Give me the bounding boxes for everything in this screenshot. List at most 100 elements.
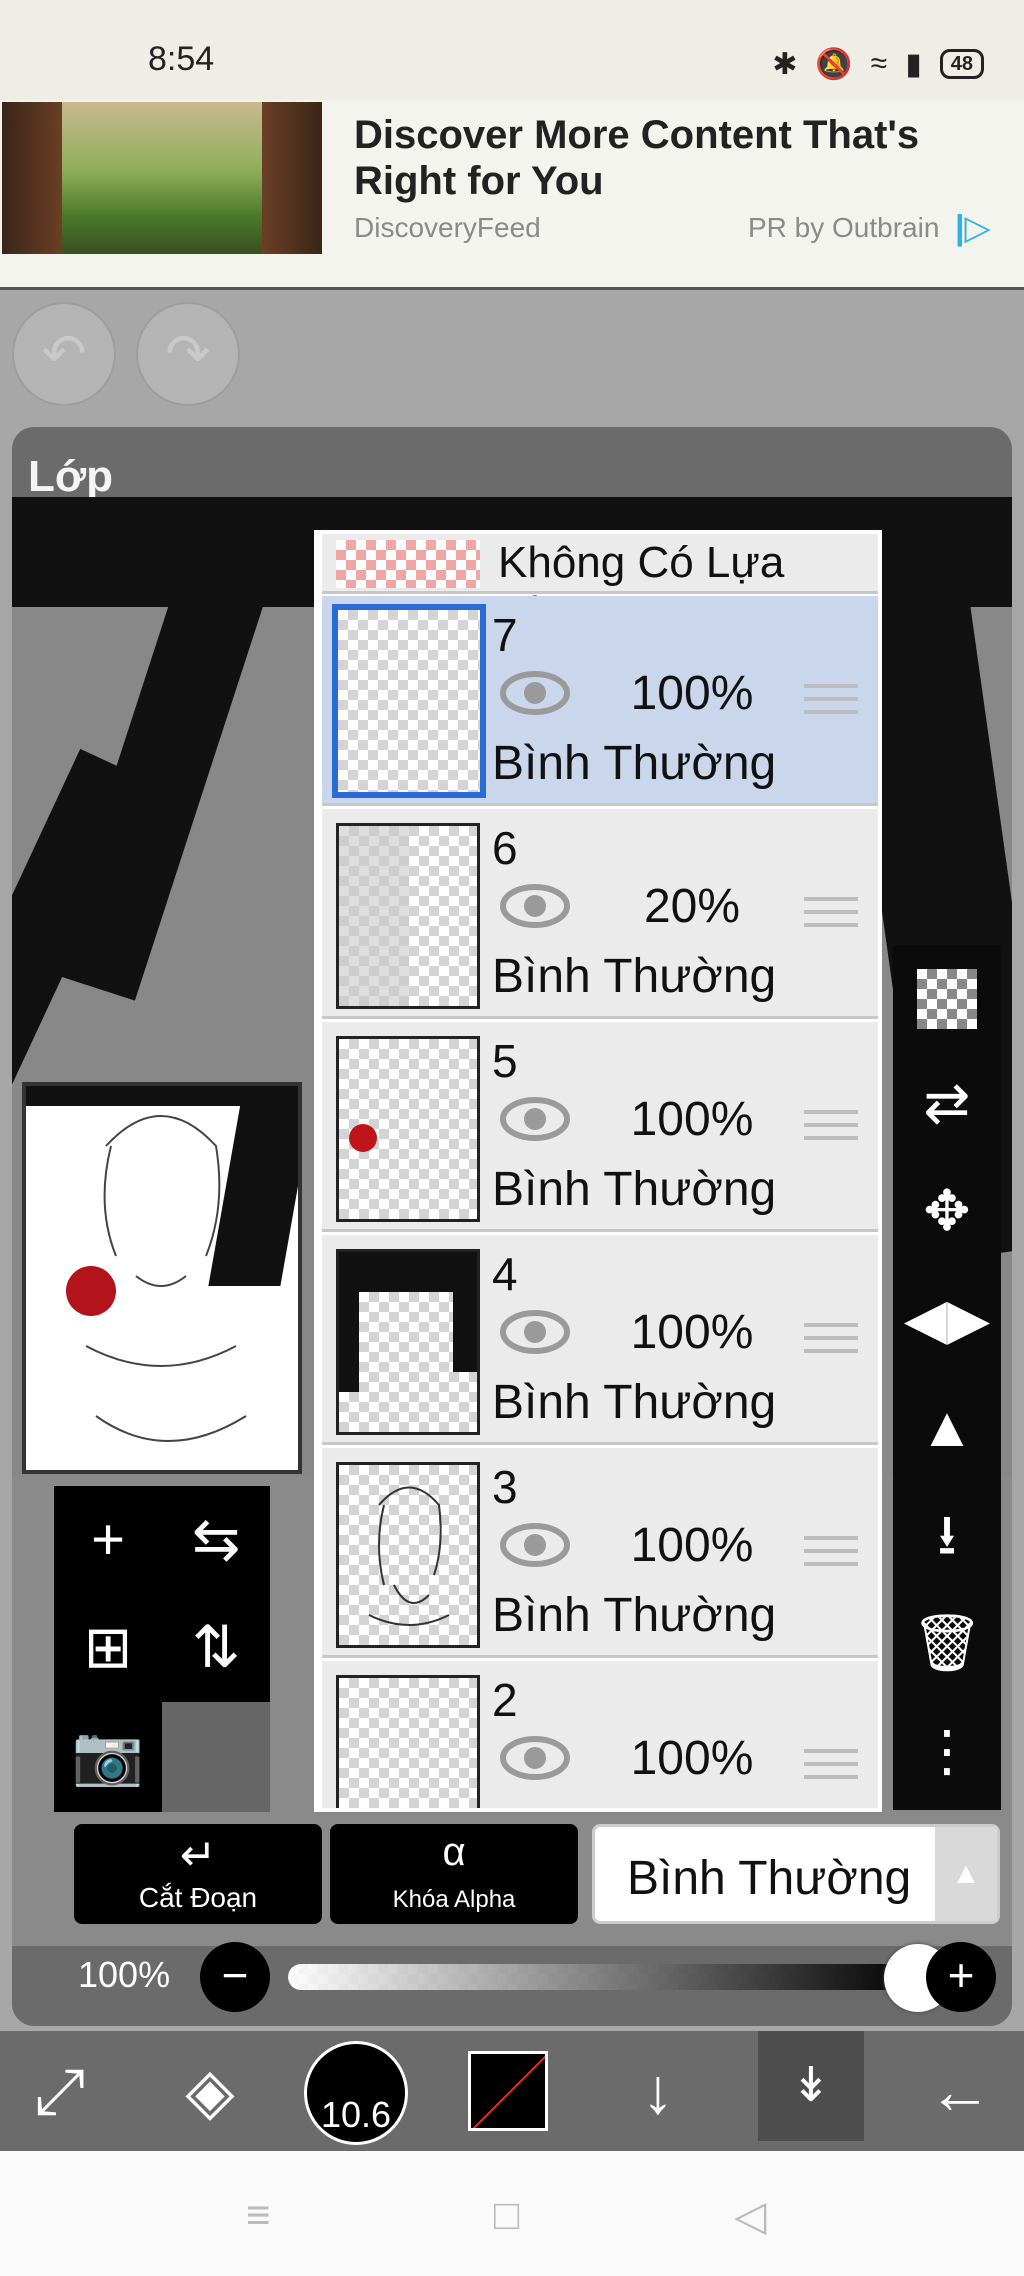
adchoices-icon[interactable]: |▷ xyxy=(955,208,991,248)
menu-icon[interactable]: ≡ xyxy=(246,2191,271,2239)
layer-row-4[interactable]: 4 100% Bình Thường xyxy=(322,1235,878,1445)
brush-size-button[interactable]: 10.6 xyxy=(304,2041,408,2145)
redo-button[interactable]: ↷ xyxy=(136,302,240,406)
redo-icon: ↷ xyxy=(165,324,211,384)
layer-row-3[interactable]: 3 100% Bình Thường xyxy=(322,1448,878,1658)
minus-icon: − xyxy=(221,1949,249,2001)
chevron-up-icon[interactable]: ▲ xyxy=(935,1827,997,1921)
flip-layer-vertical-button[interactable]: ⇅ xyxy=(162,1594,270,1702)
clip-button[interactable]: ↵ Cắt Đoạn xyxy=(74,1824,322,1924)
opacity-increase-button[interactable]: + xyxy=(926,1942,996,2012)
back-arrow-button[interactable]: ← xyxy=(900,2031,1020,2151)
drag-handle-icon[interactable] xyxy=(804,1110,858,1140)
more-button[interactable]: ⋮ xyxy=(893,1701,1001,1801)
layer-blend-mode: Bình Thường xyxy=(492,950,777,1003)
clip-icon: ↵ xyxy=(179,1831,217,1880)
home-icon[interactable]: □ xyxy=(494,2191,519,2239)
drag-handle-icon[interactable] xyxy=(804,1536,858,1566)
layer-tools-right: ⇄ ✥ ◀▶ ▲ ⭳ 🗑 ⋮ xyxy=(893,945,1001,1810)
layer-thumbnail xyxy=(336,1249,480,1435)
swap-layer-icon: ⇄ xyxy=(923,1071,971,1134)
layer-row-2[interactable]: 2 100% xyxy=(322,1661,878,1808)
ad-attribution[interactable]: PR by Outbrain xyxy=(748,212,939,244)
layer-thumbnail xyxy=(336,1036,480,1222)
visibility-eye-icon[interactable] xyxy=(500,883,570,929)
layer-number: 5 xyxy=(492,1035,518,1087)
layer-opacity[interactable]: 100% xyxy=(592,1731,792,1786)
ad-image[interactable] xyxy=(2,102,322,254)
layer-opacity[interactable]: 20% xyxy=(592,879,792,934)
undo-button[interactable]: ↶ xyxy=(12,302,116,406)
arrow-down-icon: ↓ xyxy=(642,2055,674,2127)
layer-thumbnail xyxy=(336,1675,480,1808)
visibility-eye-icon[interactable] xyxy=(500,1309,570,1355)
layers-toggle-button[interactable]: ↡ xyxy=(758,2031,864,2141)
ad-banner[interactable]: Discover More Content That's Right for Y… xyxy=(0,100,1024,287)
opacity-decrease-button[interactable]: − xyxy=(200,1942,270,2012)
camera-button[interactable]: 📷 xyxy=(54,1702,162,1810)
add-layer-button[interactable]: + xyxy=(54,1486,162,1594)
opacity-label: 100% xyxy=(78,1954,171,1995)
selection-swatch xyxy=(336,540,480,588)
layers-toggle-icon: ↡ xyxy=(790,2059,832,2112)
ad-title[interactable]: Discover More Content That's Right for Y… xyxy=(354,112,994,204)
layer-list[interactable]: Không Có Lựa Chọn 7 100% Bình Thường 6 2… xyxy=(314,530,882,1812)
main-toolbar: ⤢ ◈ 10.6 ↓ ↡ ← xyxy=(0,2031,1024,2151)
layer-row-7[interactable]: 7 100% Bình Thường xyxy=(322,596,878,806)
no-selection-row[interactable]: Không Có Lựa Chọn xyxy=(322,534,878,637)
flip-horizontal-button[interactable]: ◀▶ xyxy=(893,1269,1001,1369)
alpha-lock-button[interactable]: α Khóa Alpha xyxy=(330,1824,578,1924)
layer-opacity[interactable]: 100% xyxy=(592,1305,792,1360)
drag-handle-icon[interactable] xyxy=(804,1749,858,1779)
left-tools-gap xyxy=(162,1702,270,1812)
layer-thumbnail xyxy=(332,604,486,798)
layer-blend-mode: Bình Thường xyxy=(492,1376,777,1429)
thumb-content xyxy=(453,1282,477,1372)
camera-icon: 📷 xyxy=(71,1723,145,1788)
select-transform-button[interactable]: ⤢ xyxy=(0,2031,120,2151)
layer-number: 3 xyxy=(492,1461,518,1513)
layer-row-6[interactable]: 6 20% Bình Thường xyxy=(322,809,878,1019)
color-swatch-button[interactable] xyxy=(468,2051,548,2131)
layer-blend-mode: Bình Thường xyxy=(492,1589,777,1642)
flip-horizontal-icon: ◀▶ xyxy=(903,1287,991,1350)
wifi-icon: ≈ xyxy=(870,47,888,80)
ad-door-right xyxy=(262,102,322,254)
blend-mode-select[interactable]: Bình Thường ▲ xyxy=(592,1824,1000,1924)
move-icon: ✥ xyxy=(923,1179,971,1242)
swap-layer-button[interactable]: ⇄ xyxy=(893,1053,1001,1153)
layer-opacity[interactable]: 100% xyxy=(592,666,792,721)
arrow-down-button[interactable]: ↓ xyxy=(598,2031,718,2151)
drag-handle-icon[interactable] xyxy=(804,684,858,714)
layer-opacity[interactable]: 100% xyxy=(592,1518,792,1573)
delete-layer-button[interactable]: 🗑 xyxy=(893,1593,1001,1693)
layer-opacity[interactable]: 100% xyxy=(592,1092,792,1147)
clip-label: Cắt Đoạn xyxy=(138,1882,258,1913)
merge-down-button[interactable]: ⭳ xyxy=(893,1485,1001,1585)
visibility-eye-icon[interactable] xyxy=(500,670,570,716)
flip-layer-horizontal-button[interactable]: ⇆ xyxy=(162,1486,270,1594)
brush-size-value: 10.6 xyxy=(320,2094,392,2135)
canvas-preview[interactable] xyxy=(22,1082,302,1474)
add-copy-layer-button[interactable]: ⊞ xyxy=(54,1594,162,1702)
trash-icon: 🗑 xyxy=(911,1611,983,1674)
flip-layer-horizontal-icon: ⇆ xyxy=(191,1507,241,1572)
ad-source: DiscoveryFeed xyxy=(354,212,541,243)
thumb-content xyxy=(339,1282,359,1392)
status-time: 8:54 xyxy=(148,40,215,78)
layer-row-5[interactable]: 5 100% Bình Thường xyxy=(322,1022,878,1232)
visibility-eye-icon[interactable] xyxy=(500,1735,570,1781)
panel-title: Lớp xyxy=(28,452,114,501)
visibility-eye-icon[interactable] xyxy=(500,1522,570,1568)
flip-vertical-button[interactable]: ▲ xyxy=(893,1377,1001,1477)
opacity-slider[interactable] xyxy=(288,1964,918,1990)
visibility-eye-icon[interactable] xyxy=(500,1096,570,1142)
back-icon[interactable]: ◁ xyxy=(734,2191,766,2240)
transparency-button[interactable] xyxy=(893,945,1001,1045)
eraser-button[interactable]: ◈ xyxy=(150,2031,270,2151)
more-icon: ⋮ xyxy=(919,1719,975,1782)
move-button[interactable]: ✥ xyxy=(893,1161,1001,1261)
add-layer-icon: + xyxy=(91,1507,125,1572)
drag-handle-icon[interactable] xyxy=(804,897,858,927)
drag-handle-icon[interactable] xyxy=(804,1323,858,1353)
